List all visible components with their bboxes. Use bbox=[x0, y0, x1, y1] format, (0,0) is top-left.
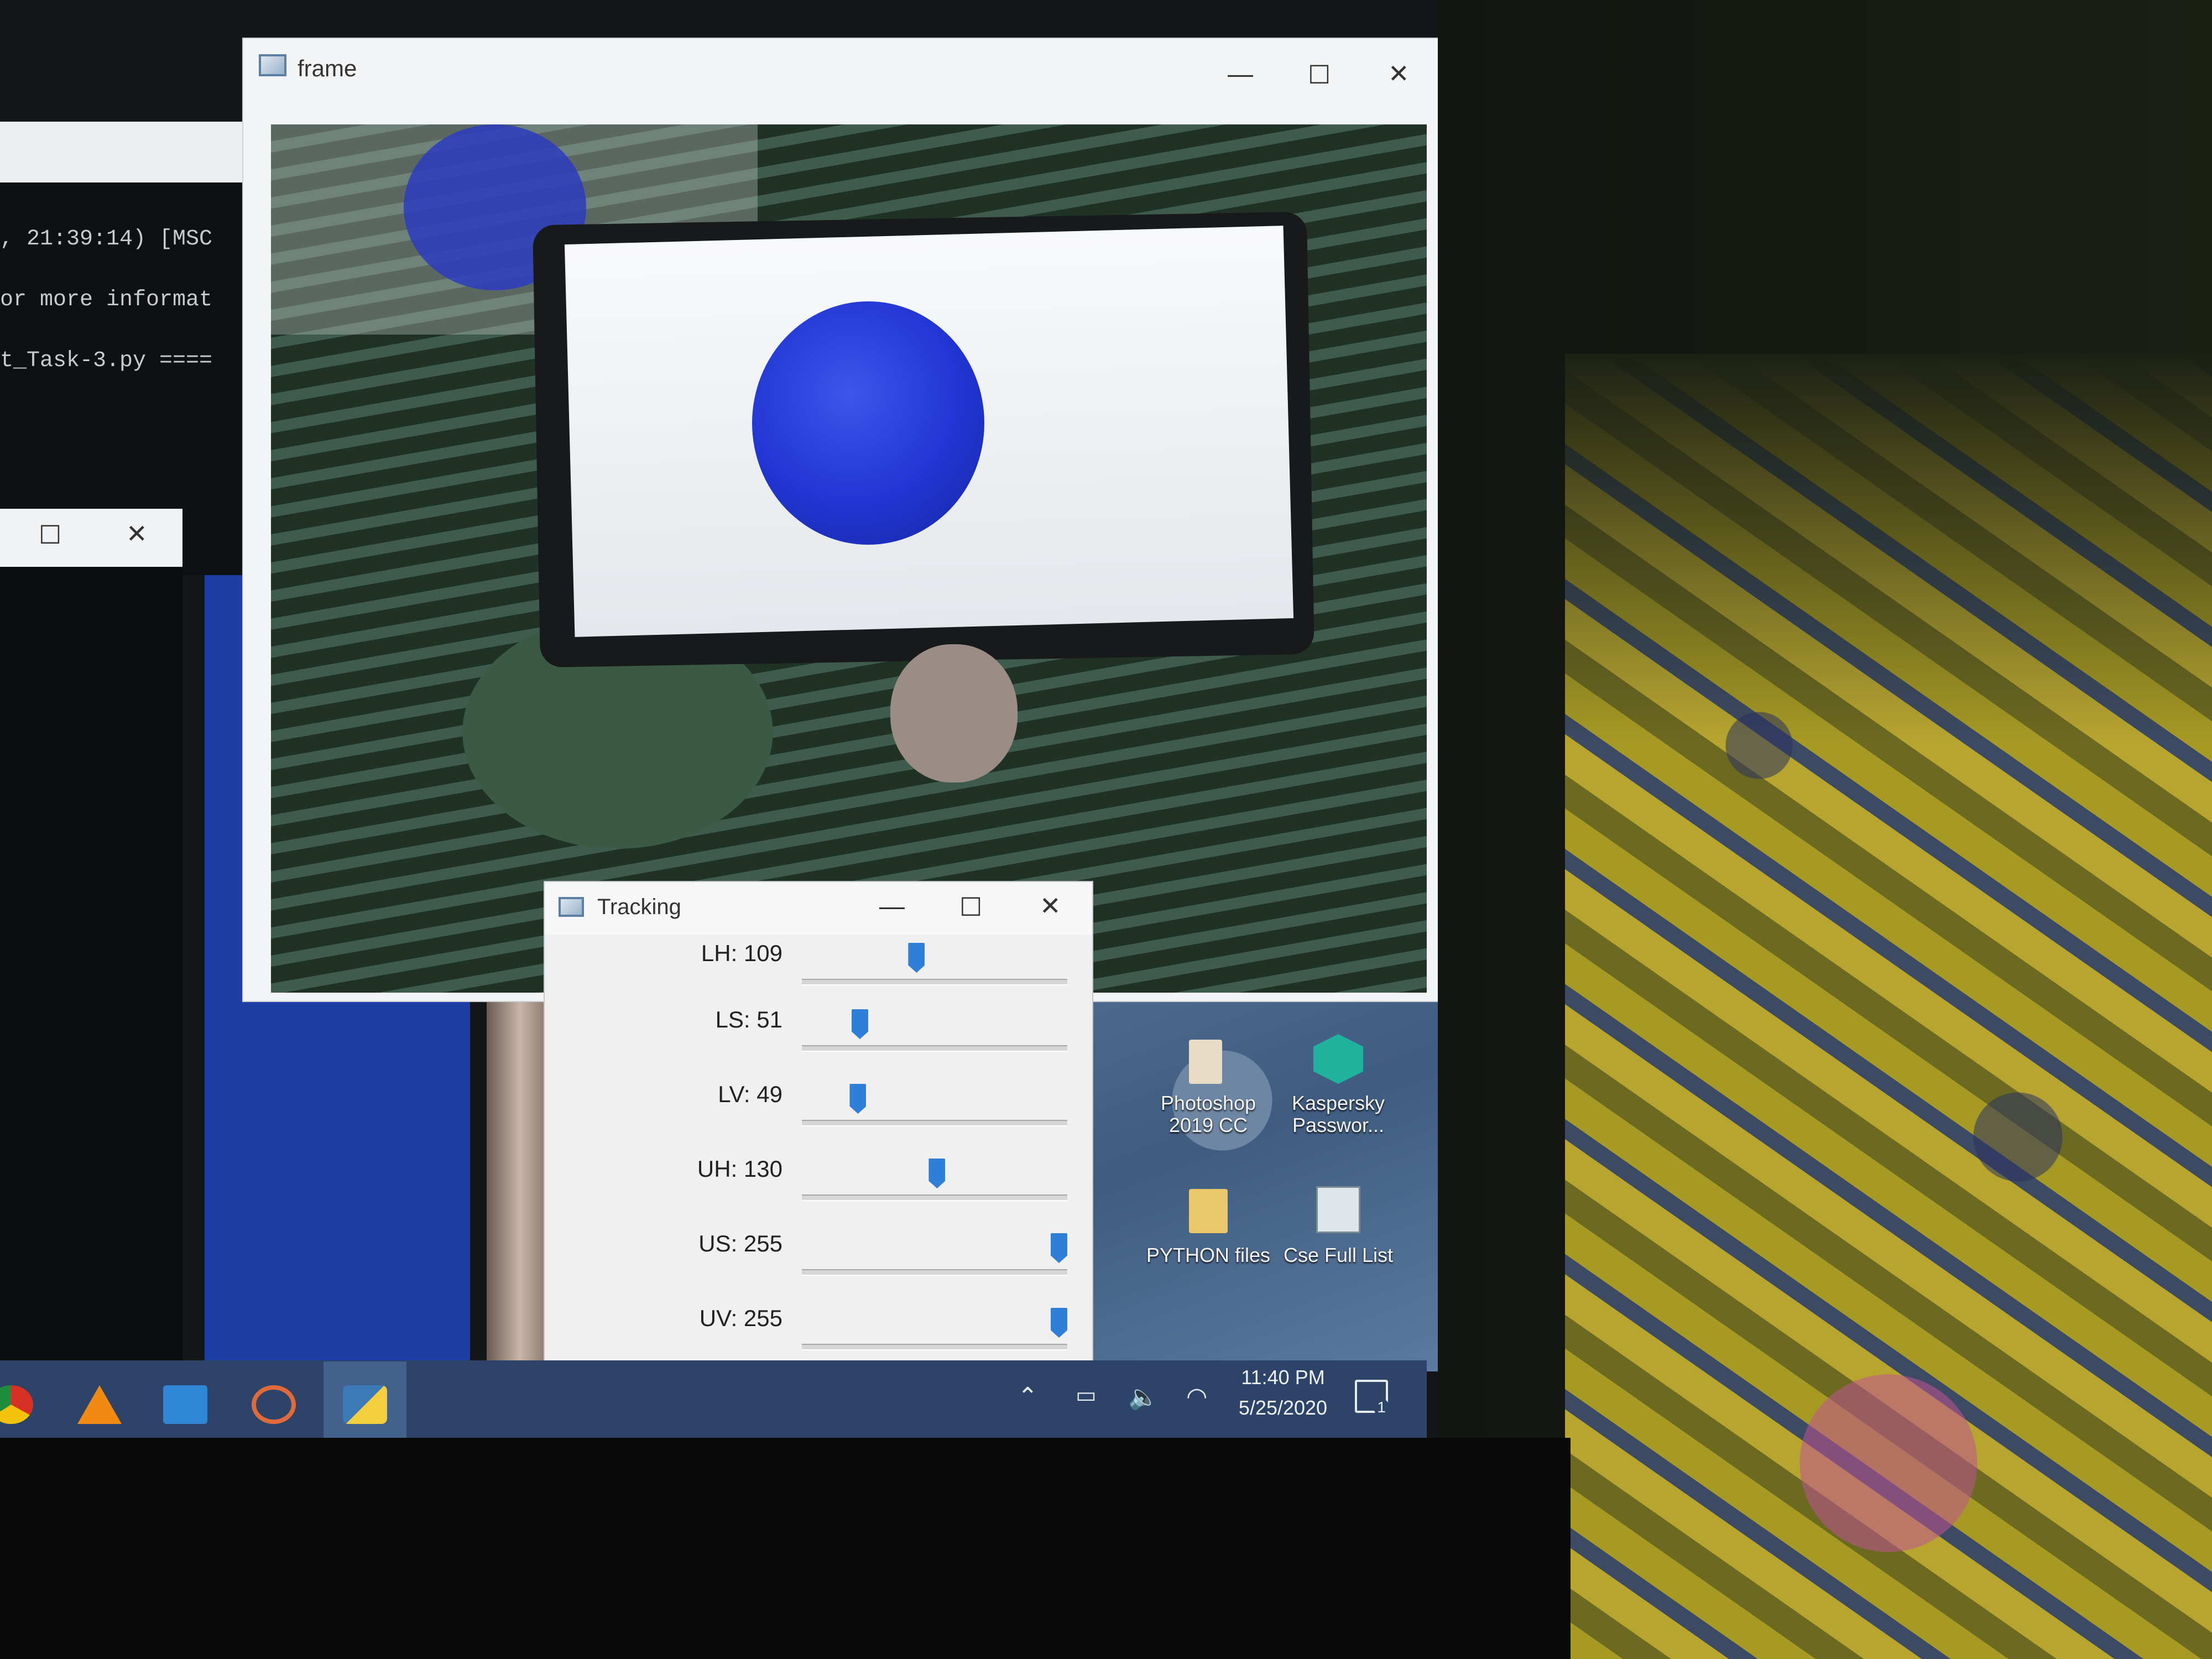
frame-window-titlebar[interactable]: — ☐ ✕ bbox=[243, 39, 1438, 124]
trackbar-label: LV: 49 bbox=[718, 1081, 782, 1107]
trackbar-track[interactable] bbox=[802, 1344, 1067, 1350]
spreadsheet-icon[interactable] bbox=[1316, 1186, 1360, 1233]
window-app-icon bbox=[559, 897, 584, 917]
trackbar-label: LS: 51 bbox=[715, 1006, 782, 1032]
trackbar-track[interactable] bbox=[802, 1120, 1067, 1126]
trackbar-label: UV: 255 bbox=[699, 1305, 782, 1331]
taskbar bbox=[0, 1360, 1427, 1438]
trackbar-label: LH: 109 bbox=[701, 940, 782, 966]
hand bbox=[890, 644, 1018, 782]
desktop-icon-label[interactable]: Photoshop 2019 CC bbox=[1142, 1092, 1275, 1136]
minimize-icon[interactable]: — bbox=[879, 893, 905, 919]
tracking-window-title: Tracking bbox=[597, 895, 681, 919]
notification-badge: 1 bbox=[1374, 1399, 1389, 1416]
monitor-bezel bbox=[0, 1438, 1571, 1659]
desktop-icon-label-line: Cse Full List bbox=[1283, 1244, 1394, 1266]
trackbar-track[interactable] bbox=[802, 1194, 1067, 1201]
mask-window-titlebar[interactable]: ☐ ✕ bbox=[0, 509, 182, 567]
desktop-wallpaper bbox=[1078, 984, 1438, 1371]
desktop-icon-label-line: Photoshop bbox=[1160, 1092, 1256, 1114]
bed-shadow bbox=[1565, 354, 2212, 741]
notification-center-icon[interactable]: 1 bbox=[1355, 1380, 1389, 1416]
desktop-icon-label[interactable]: Cse Full List bbox=[1272, 1244, 1405, 1266]
desktop-icon-label[interactable]: Kaspersky Passwor... bbox=[1272, 1092, 1405, 1136]
chevron-up-icon[interactable]: ⌃ bbox=[1018, 1383, 1038, 1411]
mask-window bbox=[0, 509, 182, 1371]
clock-date[interactable]: 5/25/2020 bbox=[1233, 1396, 1333, 1420]
desktop-icon-label[interactable]: PYTHON files bbox=[1142, 1244, 1275, 1266]
clock-time[interactable]: 11:40 PM bbox=[1239, 1366, 1327, 1389]
frame-window-title: frame bbox=[298, 55, 357, 81]
maximize-icon[interactable]: ☐ bbox=[39, 522, 61, 547]
console-line: or more informat bbox=[0, 288, 213, 312]
window-app-icon bbox=[259, 54, 286, 76]
monitor-screen: , 21:39:14) [MSC or more informat t_Task… bbox=[0, 0, 1438, 1438]
background-window-photo bbox=[487, 990, 553, 1371]
python-idle-icon[interactable] bbox=[343, 1385, 387, 1424]
desktop-icon-label-line: 2019 CC bbox=[1168, 1113, 1248, 1136]
photoshop-shortcut-icon[interactable] bbox=[1189, 1040, 1222, 1084]
trackbar-label: US: 255 bbox=[698, 1230, 782, 1256]
volume-icon[interactable]: 🔈 bbox=[1128, 1383, 1159, 1411]
mail-icon[interactable] bbox=[163, 1385, 207, 1424]
trackbar-label: UH: 130 bbox=[697, 1156, 782, 1182]
folder-icon[interactable] bbox=[1189, 1189, 1228, 1233]
desktop-icon-label-line: Kaspersky bbox=[1291, 1092, 1385, 1114]
trackbar-track[interactable] bbox=[802, 979, 1067, 985]
close-icon[interactable]: ✕ bbox=[126, 521, 148, 546]
blue-ball bbox=[752, 301, 984, 545]
media-player-icon[interactable] bbox=[252, 1385, 296, 1424]
python-shell-titlebar[interactable] bbox=[0, 122, 243, 182]
battery-icon[interactable]: ▭ bbox=[1076, 1383, 1097, 1408]
console-line: , 21:39:14) [MSC bbox=[0, 227, 213, 252]
trackbar-track[interactable] bbox=[802, 1269, 1067, 1276]
python-shell-window: , 21:39:14) [MSC or more informat t_Task… bbox=[0, 122, 243, 575]
maximize-icon[interactable]: ☐ bbox=[959, 894, 982, 920]
wifi-icon[interactable]: ◠ bbox=[1186, 1383, 1207, 1411]
minimize-icon[interactable]: — bbox=[1228, 61, 1253, 86]
tracking-window bbox=[545, 882, 1092, 1371]
close-icon[interactable]: ✕ bbox=[1040, 893, 1061, 919]
desktop-icon-label-line: PYTHON files bbox=[1146, 1244, 1271, 1266]
close-icon[interactable]: ✕ bbox=[1388, 61, 1410, 86]
trackbar-track[interactable] bbox=[802, 1045, 1067, 1052]
console-line: t_Task-3.py ==== bbox=[0, 348, 213, 373]
maximize-icon[interactable]: ☐ bbox=[1308, 62, 1331, 87]
camera-feed bbox=[271, 124, 1427, 993]
desktop-icon-label-line: Passwor... bbox=[1292, 1113, 1385, 1136]
